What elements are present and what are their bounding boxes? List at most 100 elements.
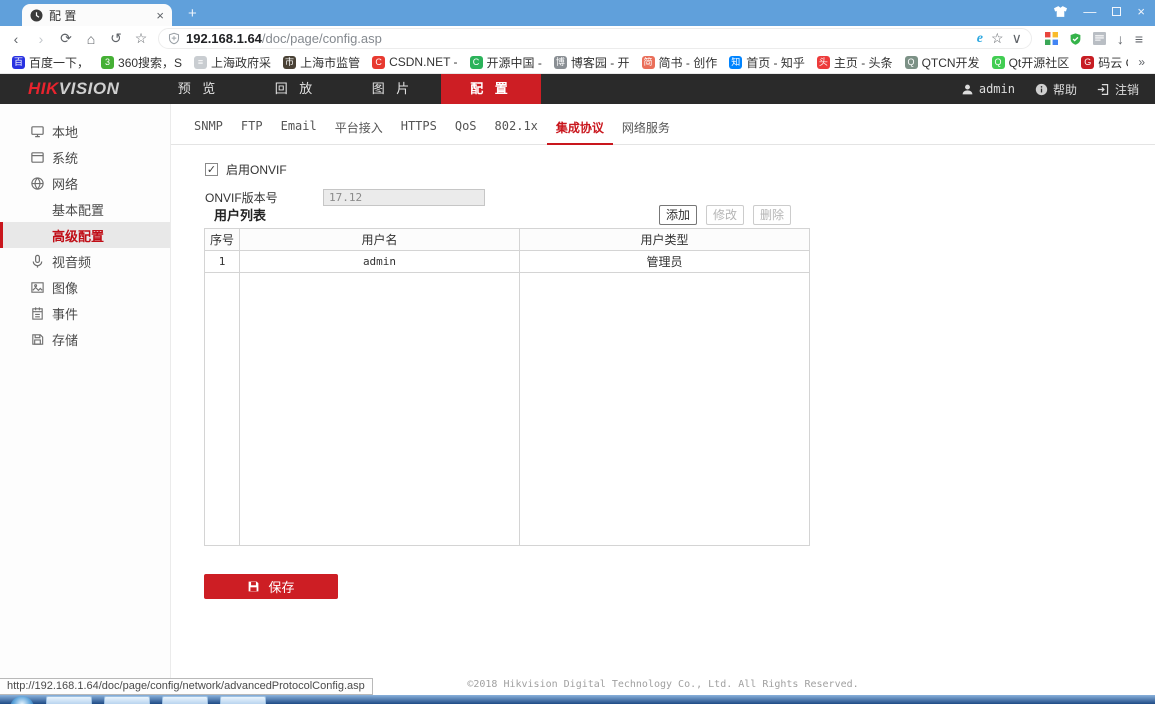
bookmark-label: 百度一下， bbox=[29, 54, 89, 71]
window-minimize-icon[interactable]: — bbox=[1083, 4, 1096, 19]
sidebar-item-basic-config[interactable]: 基本配置 bbox=[0, 196, 170, 222]
bookmark-item[interactable]: Q QTCN开发 bbox=[899, 54, 986, 71]
bookmark-icon: 博 bbox=[554, 56, 567, 69]
content-area: SNMP FTP Email 平台接入 HTTPS QoS 802.1x 集成协… bbox=[171, 104, 1155, 695]
security-shield-icon[interactable] bbox=[1069, 32, 1082, 46]
bookmark-label: Qt开源社区 bbox=[1009, 54, 1070, 71]
bookmark-icon: Q bbox=[905, 56, 918, 69]
tab-https[interactable]: HTTPS bbox=[392, 117, 446, 144]
taskbar-button[interactable] bbox=[162, 696, 208, 704]
bookmark-item[interactable]: 知 首页 - 知乎 bbox=[723, 54, 811, 71]
window-restore-icon[interactable] bbox=[1112, 7, 1121, 16]
sidebar-item-network[interactable]: 网络 bbox=[0, 170, 170, 196]
help-button[interactable]: 帮助 bbox=[1035, 81, 1077, 98]
nav-preview[interactable]: 预 览 bbox=[150, 74, 247, 104]
user-list-panel: 用户列表 添加 修改 删除 序号 用户名 用户类型 1 admin 管理员 bbox=[204, 203, 809, 546]
window-close-icon[interactable]: × bbox=[1137, 4, 1145, 19]
tab-close-icon[interactable]: × bbox=[156, 8, 164, 23]
ie-mode-icon[interactable]: e bbox=[977, 31, 983, 47]
col-username: 用户名 bbox=[240, 229, 520, 251]
tab-ftp[interactable]: FTP bbox=[232, 117, 272, 144]
taskbar-button[interactable] bbox=[104, 696, 150, 704]
col-usertype: 用户类型 bbox=[520, 229, 810, 251]
bookmark-icon: 百 bbox=[12, 56, 25, 69]
browser-skin-icon[interactable] bbox=[1054, 6, 1067, 17]
table-empty-area bbox=[205, 273, 810, 546]
bookmark-item[interactable]: ≡ 上海政府采 bbox=[188, 54, 277, 71]
bookmarks-bar: 百 百度一下， 3 360搜索，S ≡ 上海政府采 市 上海市监管 C CSDN… bbox=[0, 51, 1155, 74]
nav-config[interactable]: 配 置 bbox=[441, 74, 541, 104]
address-bar[interactable]: 192.168.1.64/doc/page/config.asp e ☆ ∨ bbox=[158, 28, 1032, 49]
bookmark-label: 主页 - 头条 bbox=[834, 54, 893, 71]
forward-icon[interactable]: › bbox=[33, 31, 49, 47]
bookmark-item[interactable]: Q Qt开源社区 bbox=[986, 54, 1076, 71]
taskbar-button[interactable] bbox=[220, 696, 266, 704]
bookmark-item[interactable]: 3 360搜索，S bbox=[95, 54, 188, 71]
main-area: 本地 系统 网络 基本配置 高级配置 视音频 图像 事件 存 bbox=[0, 104, 1155, 695]
bookmark-item[interactable]: 头 主页 - 头条 bbox=[811, 54, 899, 71]
reader-mode-icon[interactable] bbox=[1093, 32, 1106, 45]
download-icon[interactable]: ↓ bbox=[1117, 31, 1124, 47]
sidebar-item-system[interactable]: 系统 bbox=[0, 144, 170, 170]
tab-qos[interactable]: QoS bbox=[446, 117, 486, 144]
user-list-title: 用户列表 bbox=[204, 205, 266, 224]
nav-picture[interactable]: 图 片 bbox=[344, 74, 441, 104]
app-grid-icon[interactable] bbox=[1045, 32, 1058, 45]
home-icon[interactable]: ⌂ bbox=[83, 31, 99, 47]
monitor-icon bbox=[30, 124, 45, 139]
bookmark-item[interactable]: 博 博客园 - 开 bbox=[548, 54, 636, 71]
browser-tab[interactable]: 配 置 × bbox=[22, 4, 172, 26]
delete-user-button[interactable]: 删除 bbox=[753, 205, 791, 225]
bookmark-label: 博客园 - 开 bbox=[571, 54, 630, 71]
nav-playback[interactable]: 回 放 bbox=[247, 74, 344, 104]
bookmark-label: 360搜索，S bbox=[118, 54, 182, 71]
tab-integration-protocol[interactable]: 集成协议 bbox=[547, 117, 613, 145]
bookmark-item[interactable]: 市 上海市监管 bbox=[277, 54, 366, 71]
recent-icon[interactable]: ↺ bbox=[108, 30, 124, 47]
table-row[interactable]: 1 admin 管理员 bbox=[205, 251, 810, 273]
sidebar-item-advanced-config[interactable]: 高级配置 bbox=[0, 222, 170, 248]
sidebar-item-image[interactable]: 图像 bbox=[0, 274, 170, 300]
sidebar-item-local[interactable]: 本地 bbox=[0, 118, 170, 144]
sidebar-item-av[interactable]: 视音频 bbox=[0, 248, 170, 274]
new-tab-button[interactable]: + bbox=[188, 5, 197, 22]
modify-user-button[interactable]: 修改 bbox=[706, 205, 744, 225]
tab-platform-access[interactable]: 平台接入 bbox=[326, 117, 392, 144]
favorite-icon[interactable]: ☆ bbox=[133, 30, 149, 47]
save-button[interactable]: 保存 bbox=[204, 574, 338, 599]
add-user-button[interactable]: 添加 bbox=[659, 205, 697, 225]
start-button[interactable] bbox=[10, 696, 34, 704]
browser-toolbar: ‹ › ⟳ ⌂ ↺ ☆ 192.168.1.64/doc/page/config… bbox=[0, 26, 1155, 51]
bookmark-item[interactable]: C 开源中国 - bbox=[464, 54, 548, 71]
bookmark-label: 首页 - 知乎 bbox=[746, 54, 805, 71]
tab-8021x[interactable]: 802.1x bbox=[486, 117, 547, 144]
main-nav: 预 览 回 放 图 片 配 置 bbox=[150, 74, 541, 104]
bookmarks-overflow-icon[interactable]: » bbox=[1128, 51, 1155, 73]
bookmark-icon: 知 bbox=[729, 56, 742, 69]
enable-onvif-label: 启用ONVIF bbox=[226, 161, 287, 178]
bookmark-icon: C bbox=[372, 56, 385, 69]
bookmark-item[interactable]: 百 百度一下， bbox=[6, 54, 95, 71]
bookmark-label: 简书 - 创作 bbox=[659, 54, 718, 71]
user-segment: admin bbox=[961, 82, 1015, 96]
back-icon[interactable]: ‹ bbox=[8, 31, 24, 47]
tab-network-service[interactable]: 网络服务 bbox=[613, 117, 679, 144]
bookmark-label: 上海政府采 bbox=[211, 54, 271, 71]
tab-email[interactable]: Email bbox=[272, 117, 326, 144]
refresh-icon[interactable]: ⟳ bbox=[58, 30, 74, 47]
menu-icon[interactable]: ≡ bbox=[1135, 31, 1143, 47]
taskbar-button[interactable] bbox=[46, 696, 92, 704]
windows-taskbar bbox=[0, 695, 1155, 704]
bookmark-icon: 市 bbox=[283, 56, 296, 69]
sidebar-item-storage[interactable]: 存储 bbox=[0, 326, 170, 352]
bookmark-label: 开源中国 - bbox=[487, 54, 542, 71]
enable-onvif-checkbox[interactable]: ✓ bbox=[205, 163, 218, 176]
microphone-icon bbox=[30, 254, 45, 269]
chevron-down-icon[interactable]: ∨ bbox=[1012, 30, 1022, 47]
sidebar-item-event[interactable]: 事件 bbox=[0, 300, 170, 326]
bookmark-item[interactable]: C CSDN.NET - bbox=[366, 55, 463, 69]
logout-button[interactable]: 注销 bbox=[1097, 81, 1139, 98]
bookmark-item[interactable]: 简 简书 - 创作 bbox=[636, 54, 724, 71]
tab-snmp[interactable]: SNMP bbox=[185, 117, 232, 144]
bookmark-star-icon[interactable]: ☆ bbox=[991, 30, 1004, 47]
